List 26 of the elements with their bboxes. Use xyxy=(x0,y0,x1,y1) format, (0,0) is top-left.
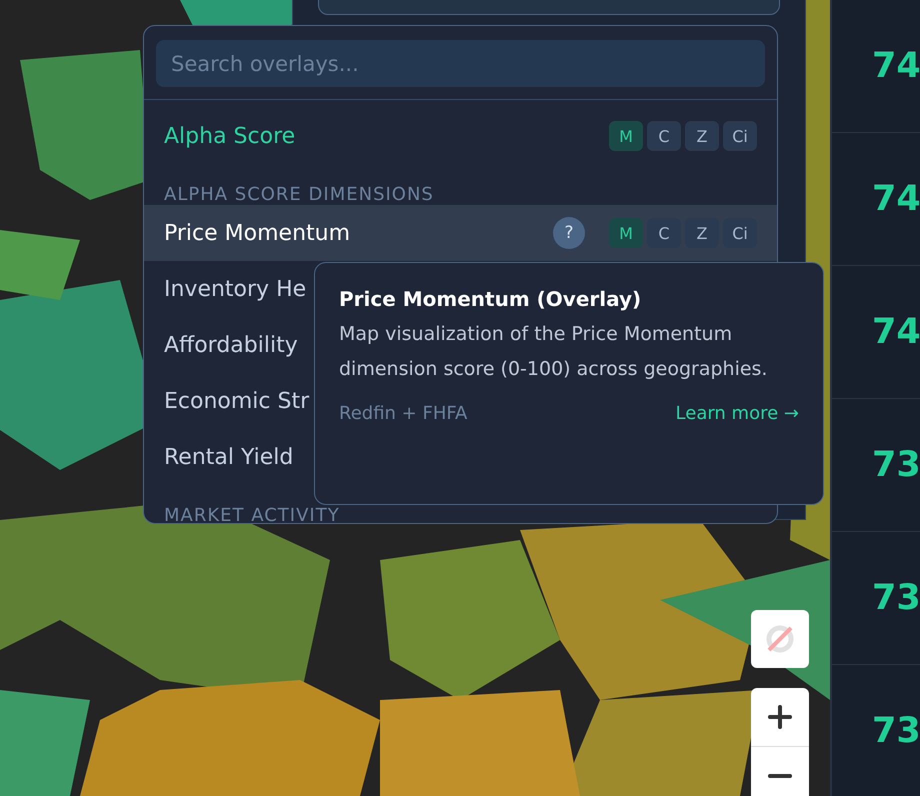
tooltip-description: Map visualization of the Price Momentum dimension score (0-100) across geographies. xyxy=(339,322,768,382)
mode-toggle[interactable]: C xyxy=(647,218,681,248)
mode-toggle[interactable]: C xyxy=(647,121,681,151)
mode-toggle[interactable]: M xyxy=(609,121,643,151)
search-field[interactable]: Search overlays... xyxy=(156,40,765,87)
section-header: ALPHA SCORE DIMENSIONS xyxy=(163,183,435,205)
mode-toggle[interactable]: Z xyxy=(685,121,719,151)
score-value: 73 xyxy=(872,711,920,751)
mode-toggle[interactable]: M xyxy=(609,218,643,248)
data-source: Redfin + FHFA xyxy=(339,403,468,424)
score-value: 74 xyxy=(872,312,920,352)
mode-toggle[interactable]: Ci xyxy=(723,218,757,248)
mode-toggle[interactable]: Z xyxy=(685,218,719,248)
minus-icon xyxy=(768,773,792,779)
mode-toggle[interactable]: Ci xyxy=(723,121,757,151)
score-value: 74 xyxy=(872,46,920,86)
score-value: 73 xyxy=(872,445,920,485)
overlay-item[interactable]: Price Momentum ? M C Z Ci xyxy=(144,205,777,261)
score-value: 73 xyxy=(872,578,920,618)
section-header: MARKET ACTIVITY xyxy=(163,504,341,523)
help-icon[interactable]: ? xyxy=(553,217,585,249)
overlay-item[interactable]: Alpha Score M C Z Ci xyxy=(144,108,777,164)
plus-icon xyxy=(768,705,792,729)
score-value: 74 xyxy=(872,179,920,219)
tooltip-title: Price Momentum (Overlay) xyxy=(339,287,642,311)
learn-more-link[interactable]: Learn more → xyxy=(676,403,799,424)
